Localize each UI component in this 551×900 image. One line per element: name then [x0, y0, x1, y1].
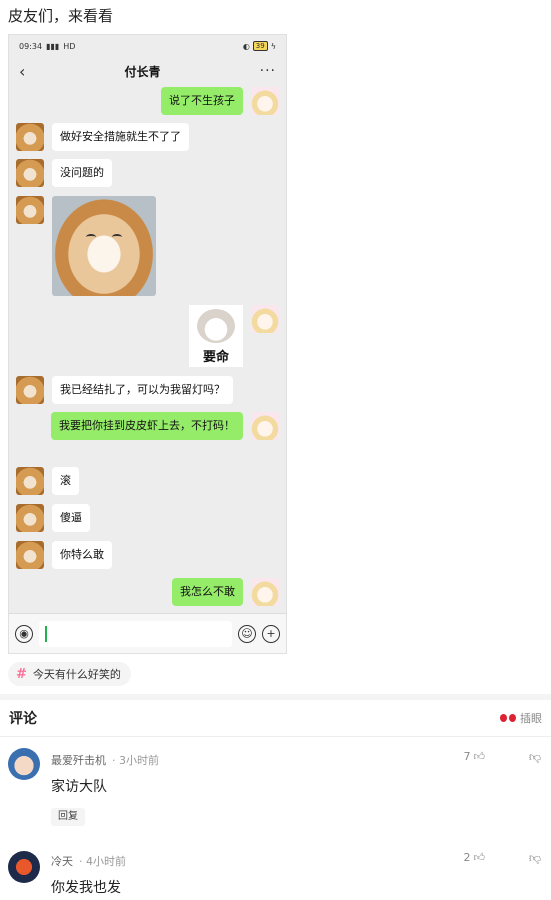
avatar[interactable] — [16, 196, 44, 224]
phone-status-bar: 09:34 ▮▮▮ HD ◐ 39 ϟ — [9, 35, 286, 57]
avatar[interactable] — [16, 159, 44, 187]
topic-tag[interactable]: # 今天有什么好笑的 — [8, 662, 131, 686]
avatar[interactable] — [251, 578, 279, 606]
message-row: 我怎么不敢 — [164, 578, 279, 606]
post-title: 皮友们，来看看 — [8, 7, 114, 25]
like-button[interactable]: 2 👍︎ — [464, 851, 486, 864]
message-bubble[interactable]: 说了不生孩子 — [161, 87, 243, 115]
thumbs-down-icon[interactable]: 👎︎ — [529, 851, 541, 866]
voice-icon[interactable]: ◉ — [15, 624, 33, 643]
message-bubble[interactable]: 做好安全措施就生不了了 — [52, 123, 189, 151]
chat-input-bar: ◉ ☺ + — [9, 613, 286, 653]
battery-icon: 39 — [252, 41, 268, 51]
message-bubble[interactable]: 我怎么不敢 — [172, 578, 243, 606]
chat-screenshot[interactable]: 09:34 ▮▮▮ HD ◐ 39 ϟ ‹ 付长青 ··· 说了不生孩子 做好安… — [8, 34, 287, 654]
reply-button[interactable]: 回复 — [51, 808, 85, 826]
dog-sticker-image[interactable] — [52, 196, 156, 296]
message-row — [16, 196, 164, 296]
avatar[interactable] — [16, 504, 44, 532]
comment-text: 你发我也发 — [51, 880, 121, 896]
message-bubble[interactable]: 我要把你挂到皮皮虾上去，不打码！ — [51, 412, 243, 440]
comment-time: · 4小时前 — [79, 855, 126, 868]
more-icon[interactable]: ··· — [260, 63, 276, 79]
message-row: 做好安全措施就生不了了 — [16, 123, 197, 151]
mute-icon: ◐ — [242, 41, 250, 51]
message-row: 我要把你挂到皮皮虾上去，不打码！ — [43, 412, 279, 440]
message-bubble[interactable]: 你特么敢 — [52, 541, 112, 569]
chat-navbar: ‹ 付长青 ··· — [9, 57, 286, 85]
thumbs-up-icon: 👍︎ — [473, 750, 486, 763]
sticker-caption: 要命 — [202, 350, 229, 365]
message-row: 没问题的 — [16, 159, 120, 187]
comment-text: 家访大队 — [51, 779, 107, 795]
network-label: HD — [63, 41, 76, 51]
message-input[interactable] — [39, 620, 232, 647]
charging-icon: ϟ — [270, 41, 276, 51]
avatar[interactable] — [16, 541, 44, 569]
avatar[interactable] — [8, 748, 40, 780]
status-time: 09:34 — [19, 41, 43, 51]
comment-username[interactable]: 最爱歼击机 — [51, 752, 106, 768]
avatar[interactable] — [16, 376, 44, 404]
avatar[interactable] — [16, 123, 44, 151]
message-bubble[interactable]: 没问题的 — [52, 159, 112, 187]
avatar[interactable] — [251, 305, 279, 333]
comment-username[interactable]: 冷天 — [51, 853, 73, 869]
text-caret — [45, 625, 47, 642]
avatar[interactable] — [8, 851, 40, 883]
back-icon[interactable]: ‹ — [19, 62, 25, 81]
like-count: 2 — [463, 851, 471, 864]
signal-icon: ▮▮▮ — [46, 41, 60, 51]
comments-title: 评论 — [9, 711, 37, 727]
thumbs-down-icon[interactable]: 👎︎ — [529, 750, 541, 765]
message-bubble[interactable]: 我已经结扎了，可以为我留灯吗？ — [52, 376, 233, 404]
comments-header: 评论 插眼 — [0, 700, 551, 737]
bookmark-label: 插眼 — [520, 712, 542, 725]
emoji-icon[interactable]: ☺ — [238, 624, 256, 643]
comment-time: · 3小时前 — [112, 754, 159, 767]
cat-sticker-image[interactable]: 要命 — [189, 305, 243, 367]
avatar[interactable] — [251, 87, 279, 115]
message-row: 要命 — [181, 305, 279, 367]
message-row: 我已经结扎了，可以为我留灯吗？ — [16, 376, 241, 404]
chat-title: 付长青 — [124, 64, 161, 79]
message-bubble[interactable]: 傻逼 — [52, 504, 90, 532]
avatar[interactable] — [16, 467, 44, 495]
bookmark-button[interactable]: 插眼 — [500, 710, 542, 726]
like-count: 7 — [463, 750, 471, 763]
message-row: 说了不生孩子 — [153, 87, 279, 115]
eyes-icon — [500, 713, 516, 723]
like-button[interactable]: 7 👍︎ — [464, 750, 486, 763]
hashtag-icon: # — [16, 666, 27, 682]
message-row: 滚 — [16, 467, 87, 495]
avatar[interactable] — [251, 412, 279, 440]
thumbs-up-icon: 👍︎ — [473, 851, 486, 864]
comment-meta: 最爱歼击机 · 3小时前 — [51, 752, 159, 768]
message-row: 傻逼 — [16, 504, 98, 532]
message-row: 你特么敢 — [16, 541, 120, 569]
cat-face-icon — [197, 309, 235, 343]
topic-label: 今天有什么好笑的 — [32, 668, 121, 681]
add-icon[interactable]: + — [262, 624, 280, 643]
message-bubble[interactable]: 滚 — [52, 467, 79, 495]
comment-meta: 冷天 · 4小时前 — [51, 853, 126, 869]
